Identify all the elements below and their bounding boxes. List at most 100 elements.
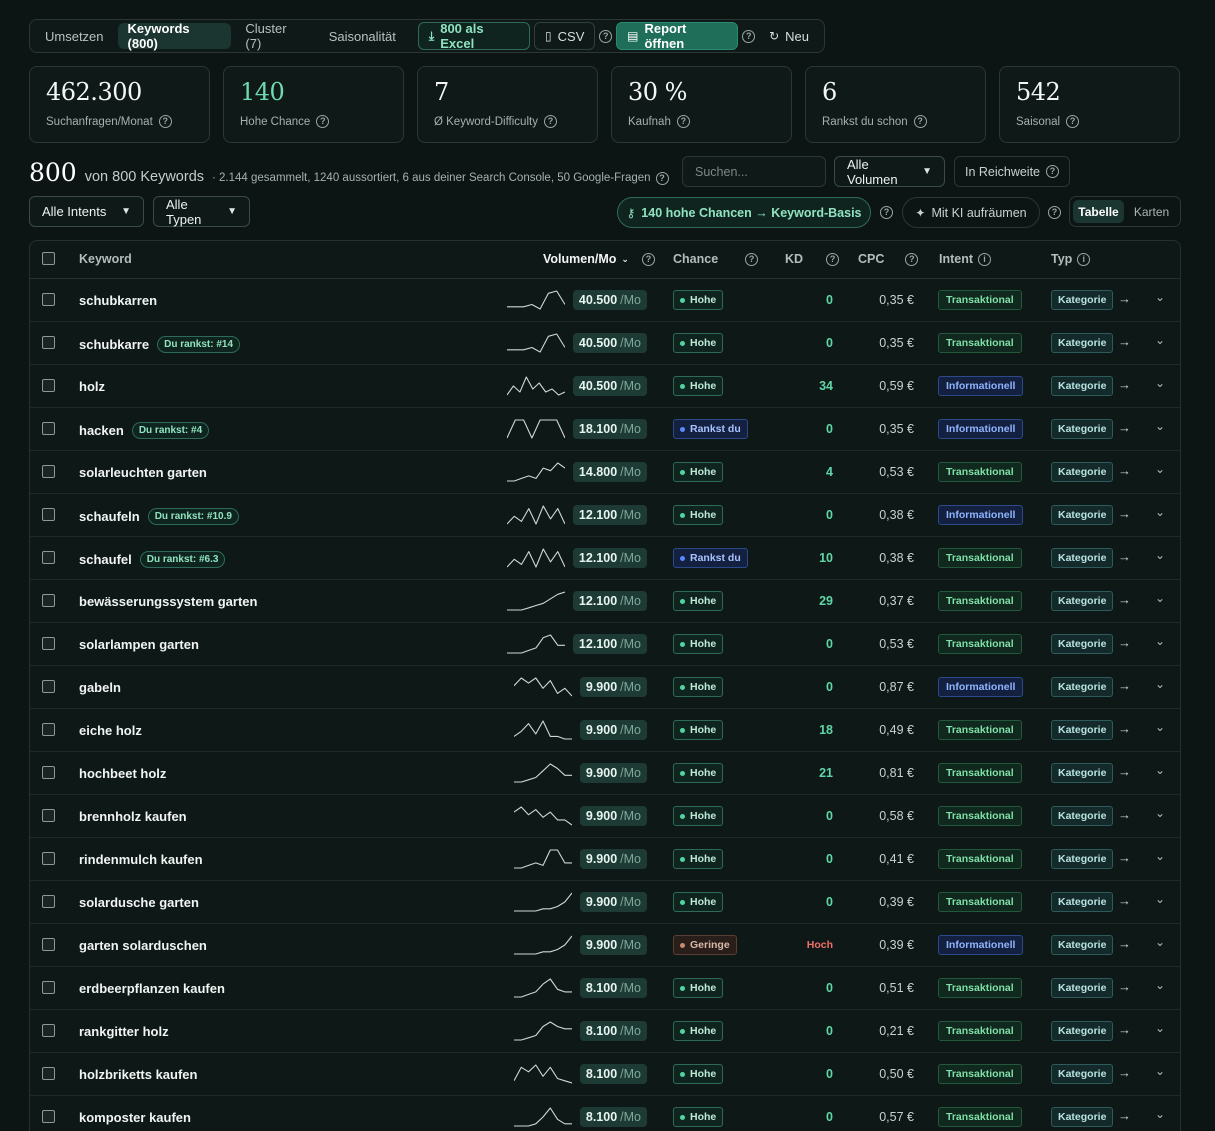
- type-badge[interactable]: Kategorie: [1051, 1064, 1114, 1084]
- arrow-right-icon[interactable]: →: [1118, 678, 1131, 693]
- table-row[interactable]: holz 40.500/Mo Hohe 34 0,59 € Informationell K…: [30, 365, 1180, 408]
- chevron-down-icon[interactable]: ⌄: [1155, 806, 1165, 820]
- chevron-down-icon[interactable]: ⌄: [1155, 720, 1165, 734]
- row-checkbox[interactable]: [42, 1110, 55, 1123]
- arrow-right-icon[interactable]: →: [1118, 334, 1131, 349]
- help-icon[interactable]: ?: [316, 115, 330, 129]
- chevron-down-icon[interactable]: ⌄: [1155, 419, 1165, 433]
- type-badge[interactable]: Kategorie: [1051, 548, 1114, 568]
- type-badge[interactable]: Kategorie: [1051, 634, 1114, 654]
- table-row[interactable]: solardusche garten 9.900/Mo Hohe 0 0,39 € Tra…: [30, 881, 1180, 924]
- row-checkbox[interactable]: [42, 637, 55, 650]
- keyword-cell[interactable]: solardusche garten: [79, 895, 199, 910]
- type-badge[interactable]: Kategorie: [1051, 935, 1114, 955]
- type-badge[interactable]: Kategorie: [1051, 892, 1114, 912]
- chevron-down-icon[interactable]: ⌄: [1155, 763, 1165, 777]
- chevron-down-icon[interactable]: ⌄: [1155, 935, 1165, 949]
- arrow-right-icon[interactable]: →: [1118, 549, 1131, 564]
- header-volume[interactable]: Volumen/Mo ⌄ ?: [543, 252, 655, 266]
- chevron-down-icon[interactable]: ⌄: [1155, 677, 1165, 691]
- table-row[interactable]: komposter kaufen 8.100/Mo Hohe 0 0,57 € Trans…: [30, 1096, 1180, 1131]
- arrow-right-icon[interactable]: →: [1118, 1108, 1131, 1123]
- type-badge[interactable]: Kategorie: [1051, 849, 1114, 869]
- export-csv-button[interactable]: ▯ CSV: [534, 22, 596, 50]
- table-row[interactable]: schaufeln Du rankst: #10.9 12.100/Mo Hohe 0 0…: [30, 494, 1180, 537]
- row-checkbox[interactable]: [42, 422, 55, 435]
- type-badge[interactable]: Kategorie: [1051, 806, 1114, 826]
- type-badge[interactable]: Kategorie: [1051, 290, 1114, 310]
- type-badge[interactable]: Kategorie: [1051, 505, 1114, 525]
- help-icon[interactable]: ?: [1066, 115, 1080, 129]
- arrow-right-icon[interactable]: →: [1118, 936, 1131, 951]
- help-icon[interactable]: ?: [676, 115, 690, 129]
- header-cpc[interactable]: CPC ?: [858, 252, 919, 266]
- table-row[interactable]: eiche holz 9.900/Mo Hohe 18 0,49 € Transaktio…: [30, 709, 1180, 752]
- keyword-cell[interactable]: hacken Du rankst: #4: [79, 422, 210, 439]
- row-checkbox[interactable]: [42, 1067, 55, 1080]
- row-checkbox[interactable]: [42, 594, 55, 607]
- help-icon[interactable]: ?: [742, 29, 756, 43]
- chevron-down-icon[interactable]: ⌄: [1155, 978, 1165, 992]
- info-icon[interactable]: i: [1077, 252, 1091, 266]
- chevron-down-icon[interactable]: ⌄: [1155, 1107, 1165, 1121]
- chevron-down-icon[interactable]: ⌄: [1155, 548, 1165, 562]
- header-keyword[interactable]: Keyword: [79, 252, 132, 266]
- row-checkbox[interactable]: [42, 852, 55, 865]
- tab-cluster[interactable]: Cluster (7): [235, 21, 314, 51]
- help-icon[interactable]: ?: [641, 252, 655, 266]
- keyword-cell[interactable]: schaufel Du rankst: #6.3: [79, 551, 226, 568]
- reach-filter-button[interactable]: In Reichweite ?: [954, 156, 1070, 187]
- keyword-cell[interactable]: schaufeln Du rankst: #10.9: [79, 508, 239, 525]
- help-icon[interactable]: ?: [913, 115, 927, 129]
- high-chances-to-basis-button[interactable]: ⚷ 140 hohe Chancen → Keyword-Basis: [617, 197, 871, 228]
- row-checkbox[interactable]: [42, 336, 55, 349]
- keyword-cell[interactable]: garten solarduschen: [79, 938, 207, 953]
- arrow-right-icon[interactable]: →: [1118, 377, 1131, 392]
- table-row[interactable]: solarleuchten garten 14.800/Mo Hohe 4 0,53 €…: [30, 451, 1180, 494]
- chevron-down-icon[interactable]: ⌄: [1155, 1064, 1165, 1078]
- help-icon[interactable]: ?: [745, 252, 759, 266]
- keyword-cell[interactable]: eiche holz: [79, 723, 142, 738]
- row-checkbox[interactable]: [42, 938, 55, 951]
- arrow-right-icon[interactable]: →: [1118, 850, 1131, 865]
- row-checkbox[interactable]: [42, 680, 55, 693]
- table-row[interactable]: rankgitter holz 8.100/Mo Hohe 0 0,21 € Transa…: [30, 1010, 1180, 1053]
- row-checkbox[interactable]: [42, 895, 55, 908]
- row-checkbox[interactable]: [42, 465, 55, 478]
- select-all-checkbox[interactable]: [42, 252, 55, 265]
- arrow-right-icon[interactable]: →: [1118, 463, 1131, 478]
- help-icon[interactable]: ?: [655, 171, 669, 185]
- table-row[interactable]: erdbeerpflanzen kaufen 8.100/Mo Hohe 0 0,51 …: [30, 967, 1180, 1010]
- table-row[interactable]: schubkarre Du rankst: #14 40.500/Mo Hohe 0 0,…: [30, 322, 1180, 365]
- row-checkbox[interactable]: [42, 723, 55, 736]
- arrow-right-icon[interactable]: →: [1118, 291, 1131, 306]
- help-icon[interactable]: ?: [543, 115, 557, 129]
- keyword-cell[interactable]: rankgitter holz: [79, 1024, 169, 1039]
- type-badge[interactable]: Kategorie: [1051, 591, 1114, 611]
- arrow-right-icon[interactable]: →: [1118, 592, 1131, 607]
- type-badge[interactable]: Kategorie: [1051, 333, 1114, 353]
- row-checkbox[interactable]: [42, 1024, 55, 1037]
- chevron-down-icon[interactable]: ⌄: [1155, 892, 1165, 906]
- tab-umsetzen[interactable]: Umsetzen: [35, 23, 114, 49]
- keyword-cell[interactable]: rindenmulch kaufen: [79, 852, 203, 867]
- arrow-right-icon[interactable]: →: [1118, 635, 1131, 650]
- volume-filter-select[interactable]: Alle Volumen ▼: [834, 156, 945, 187]
- row-checkbox[interactable]: [42, 379, 55, 392]
- arrow-right-icon[interactable]: →: [1118, 506, 1131, 521]
- keyword-cell[interactable]: solarlampen garten: [79, 637, 199, 652]
- open-report-button[interactable]: ▤ Report öffnen: [616, 21, 739, 51]
- table-row[interactable]: gabeln 9.900/Mo Hohe 0 0,87 € Informationell K…: [30, 666, 1180, 709]
- row-checkbox[interactable]: [42, 766, 55, 779]
- type-badge[interactable]: Kategorie: [1051, 376, 1114, 396]
- table-row[interactable]: rindenmulch kaufen 9.900/Mo Hohe 0 0,41 € Tra…: [30, 838, 1180, 881]
- chevron-down-icon[interactable]: ⌄: [1155, 505, 1165, 519]
- arrow-right-icon[interactable]: →: [1118, 764, 1131, 779]
- keyword-cell[interactable]: gabeln: [79, 680, 121, 695]
- keyword-cell[interactable]: holzbriketts kaufen: [79, 1067, 197, 1082]
- view-table-button[interactable]: Tabelle: [1073, 200, 1124, 223]
- chevron-down-icon[interactable]: ⌄: [1155, 462, 1165, 476]
- chevron-down-icon[interactable]: ⌄: [1155, 1021, 1165, 1035]
- keyword-cell[interactable]: bewässerungssystem garten: [79, 594, 257, 609]
- help-icon[interactable]: ?: [1048, 206, 1061, 219]
